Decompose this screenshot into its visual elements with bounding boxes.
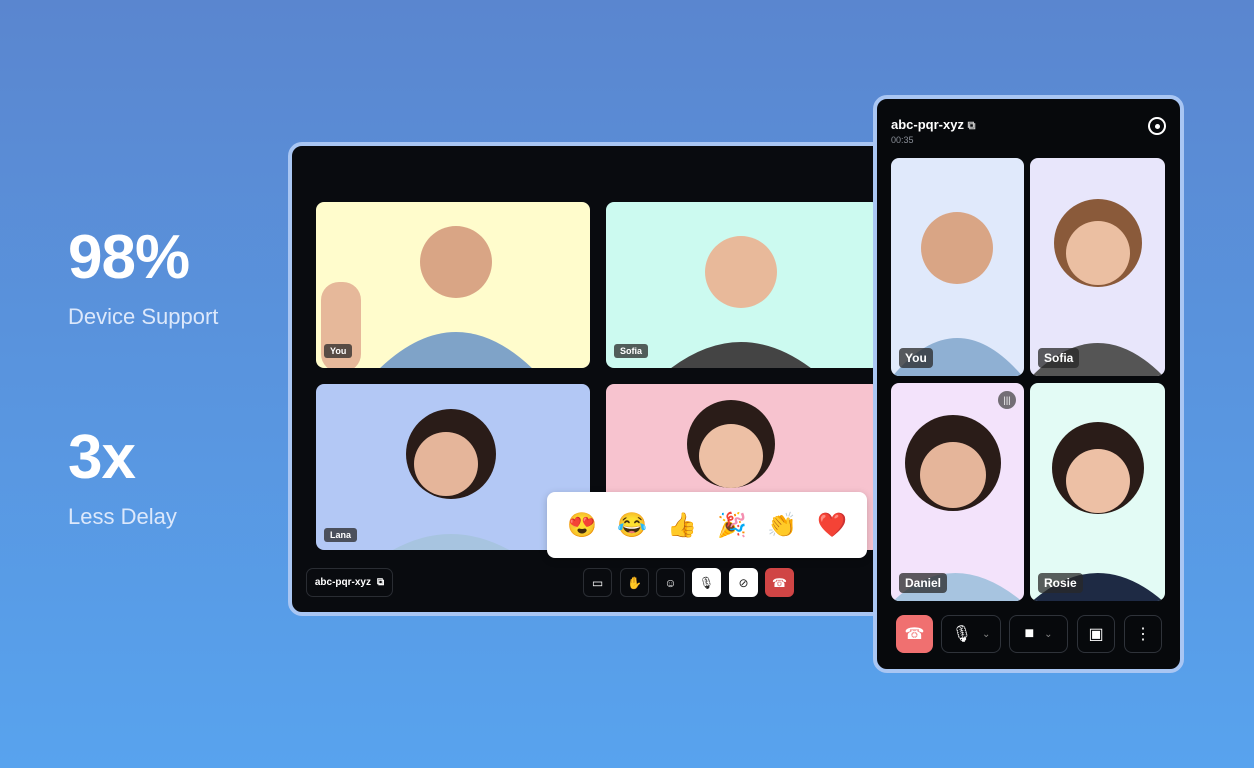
participant-name: Sofia: [614, 344, 649, 358]
participant-name: You: [899, 348, 933, 368]
copy-icon[interactable]: ⧉: [968, 120, 976, 132]
camera-icon: ■: [1024, 625, 1035, 642]
camera-off-icon: ⊘: [738, 575, 749, 590]
reaction-heart[interactable]: ❤️: [817, 511, 847, 540]
mobile-call-window: abc-pqr-xyz ⧉ 00:35 You Sofia ||| Daniel …: [873, 95, 1184, 673]
mic-toggle-button[interactable]: 🎙: [692, 568, 721, 597]
raise-hand-button[interactable]: ✋: [620, 568, 649, 597]
end-call-button[interactable]: ☎: [765, 568, 794, 597]
screen-share-button[interactable]: ▣: [1077, 615, 1115, 653]
camera-toggle-button[interactable]: ⊘: [729, 568, 758, 597]
reaction-laughing[interactable]: 😂: [617, 511, 647, 540]
copy-icon: ⧉: [376, 577, 385, 588]
mic-icon: 🎙: [951, 626, 972, 643]
screen-share-icon: ▣: [1088, 626, 1104, 643]
reaction-clap[interactable]: 👏: [767, 511, 797, 540]
stat-label: Device Support: [68, 304, 219, 329]
emoji-button[interactable]: ☺: [656, 568, 685, 597]
participant-name: Lana: [324, 528, 358, 542]
video-tile-sofia: Sofia: [606, 202, 880, 368]
room-code-header: abc-pqr-xyz ⧉: [891, 117, 975, 133]
video-tile-sofia: Sofia: [1030, 158, 1165, 376]
participant-name: Daniel: [899, 573, 948, 593]
video-tile-rosie: Rosie: [1030, 383, 1165, 601]
camera-button[interactable]: ■ ⌄: [1009, 615, 1068, 653]
screen-share-button[interactable]: ▭: [583, 568, 612, 597]
room-code: abc-pqr-xyz: [314, 577, 371, 588]
chevron-down-icon[interactable]: ⌄: [1044, 629, 1052, 640]
reaction-thumbs-up[interactable]: 👍: [667, 511, 697, 540]
chevron-down-icon[interactable]: ⌄: [982, 629, 990, 640]
video-tile-you: You: [891, 158, 1024, 376]
phone-hangup-icon: ☎: [772, 575, 787, 590]
room-code: abc-pqr-xyz: [891, 117, 964, 132]
more-vertical-icon: ⋮: [1135, 626, 1151, 643]
room-code-button[interactable]: abc-pqr-xyz ⧉: [306, 568, 393, 597]
video-tile-daniel: ||| Daniel: [891, 383, 1024, 601]
hand-icon: ✋: [627, 575, 642, 590]
participant-video: [892, 212, 1023, 376]
participant-video: [1032, 199, 1163, 376]
call-timer: 00:35: [891, 135, 914, 145]
reaction-party[interactable]: 🎉: [717, 511, 747, 540]
end-call-button[interactable]: ☎: [896, 615, 933, 653]
stat-label: Less Delay: [68, 504, 177, 529]
participant-video: [671, 236, 811, 368]
switch-camera-icon[interactable]: [1148, 117, 1166, 135]
participant-name: Rosie: [1038, 573, 1083, 593]
smiley-icon: ☺: [664, 575, 677, 590]
stat-value: 98%: [68, 223, 190, 292]
participant-video: [893, 415, 1022, 601]
video-tile-you: You: [316, 202, 590, 368]
stat-value: 3x: [68, 423, 136, 492]
reaction-heart-eyes[interactable]: 😍: [567, 511, 597, 540]
more-options-button[interactable]: ⋮: [1124, 615, 1162, 653]
mic-button[interactable]: 🎙 ⌄: [941, 615, 1001, 653]
reaction-bar: 😍 😂 👍 🎉 👏 ❤️: [547, 492, 867, 558]
mic-off-icon: 🎙: [698, 575, 715, 590]
participant-video: [321, 226, 532, 368]
participant-name: You: [324, 344, 353, 358]
screen-share-icon: ▭: [591, 575, 604, 590]
phone-hangup-icon: ☎: [904, 626, 925, 643]
audio-level-icon: |||: [998, 391, 1016, 409]
participant-name: Sofia: [1038, 348, 1080, 368]
participant-video: [1032, 422, 1163, 601]
